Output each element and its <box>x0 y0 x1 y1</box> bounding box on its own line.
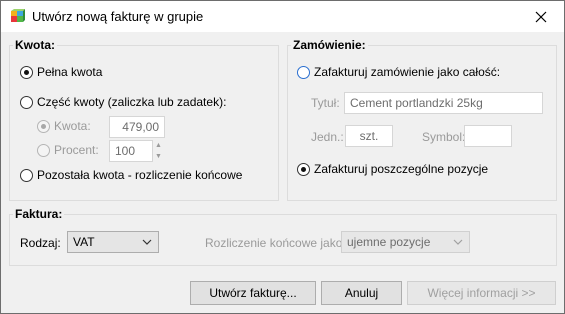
tytul-label: Tytuł: <box>311 96 340 110</box>
radio-pozostala-kwota[interactable]: Pozostała kwota - rozliczenie końcowe <box>20 168 242 182</box>
jedn-input[interactable]: szt. <box>345 125 393 147</box>
faktura-group-title: Faktura: <box>13 207 65 221</box>
rodzaj-label: Rodzaj: <box>20 236 61 250</box>
more-info-button-label: Więcej informacji >> <box>427 286 536 300</box>
rozliczenie-select-value: ujemne pozycje <box>347 235 431 249</box>
title-bar[interactable]: Utwórz nową fakturę w grupie <box>1 1 564 32</box>
radio-pozostala-kwota-indicator[interactable] <box>20 168 33 182</box>
tytul-input-value: Cement portlandzki 25kg <box>350 96 483 110</box>
procent-spinner[interactable]: ▲ ▼ <box>153 140 164 162</box>
invoice-app-icon <box>11 9 25 22</box>
spinner-down-icon[interactable]: ▼ <box>153 151 164 162</box>
cancel-button[interactable]: Anuluj <box>321 281 402 305</box>
radio-calosc[interactable]: Zafakturuj zamówienie jako całość: <box>297 65 500 79</box>
radio-pelna-kwota-indicator[interactable] <box>20 65 33 79</box>
symbol-input[interactable] <box>464 125 512 147</box>
close-icon <box>535 11 547 22</box>
cancel-button-label: Anuluj <box>344 286 379 300</box>
window-title: Utwórz nową fakturę w grupie <box>32 9 204 24</box>
rozliczenie-select[interactable]: ujemne pozycje <box>341 231 470 253</box>
radio-procent-indicator <box>37 143 50 157</box>
radio-pozostala-kwota-label: Pozostała kwota - rozliczenie końcowe <box>37 168 243 182</box>
create-invoice-button-label: Utwórz fakturę... <box>209 286 297 300</box>
radio-czesc-kwoty[interactable]: Część kwoty (zaliczka lub zadatek): <box>20 95 226 109</box>
rodzaj-select[interactable]: VAT <box>67 231 159 253</box>
kwota-input-value: 479,00 <box>122 120 159 134</box>
rozliczenie-label: Rozliczenie końcowe jako: <box>205 236 346 250</box>
zamowienie-group-title: Zamówienie: <box>291 38 368 52</box>
procent-input[interactable]: 100 <box>109 140 153 162</box>
jedn-label: Jedn.: <box>311 130 344 144</box>
symbol-label: Symbol: <box>422 130 466 144</box>
radio-pelna-kwota[interactable]: Pełna kwota <box>20 65 102 79</box>
radio-procent-label: Procent: <box>54 143 99 157</box>
radio-pozycje-indicator[interactable] <box>297 162 310 176</box>
radio-calosc-label: Zafakturuj zamówienie jako całość: <box>314 65 501 79</box>
close-button[interactable] <box>518 1 564 32</box>
radio-pozycje-label: Zafakturuj poszczególne pozycje <box>314 162 489 176</box>
radio-pelna-kwota-label: Pełna kwota <box>37 65 103 79</box>
radio-procent: Procent: <box>37 143 99 157</box>
create-invoice-button[interactable]: Utwórz fakturę... <box>190 281 316 305</box>
radio-czesc-kwoty-indicator[interactable] <box>20 95 33 109</box>
radio-czesc-kwoty-label: Część kwoty (zaliczka lub zadatek): <box>37 95 227 109</box>
spinner-up-icon[interactable]: ▲ <box>153 140 164 151</box>
kwota-group-title: Kwota: <box>13 38 57 52</box>
radio-calosc-indicator[interactable] <box>297 65 310 79</box>
dialog-window: Utwórz nową fakturę w grupie Kwota: Pełn… <box>0 0 565 314</box>
radio-pozycje[interactable]: Zafakturuj poszczególne pozycje <box>297 162 488 176</box>
radio-kwota-label: Kwota: <box>54 119 91 133</box>
chevron-down-icon <box>453 239 463 245</box>
chevron-down-icon <box>142 239 152 245</box>
radio-kwota: Kwota: <box>37 119 91 133</box>
more-info-button[interactable]: Więcej informacji >> <box>407 281 556 305</box>
radio-kwota-indicator <box>37 119 50 133</box>
tytul-input[interactable]: Cement portlandzki 25kg <box>344 92 543 114</box>
kwota-input[interactable]: 479,00 <box>109 116 165 138</box>
procent-input-value: 100 <box>115 144 136 158</box>
rodzaj-select-value: VAT <box>73 235 95 249</box>
jedn-input-value: szt. <box>359 129 379 143</box>
